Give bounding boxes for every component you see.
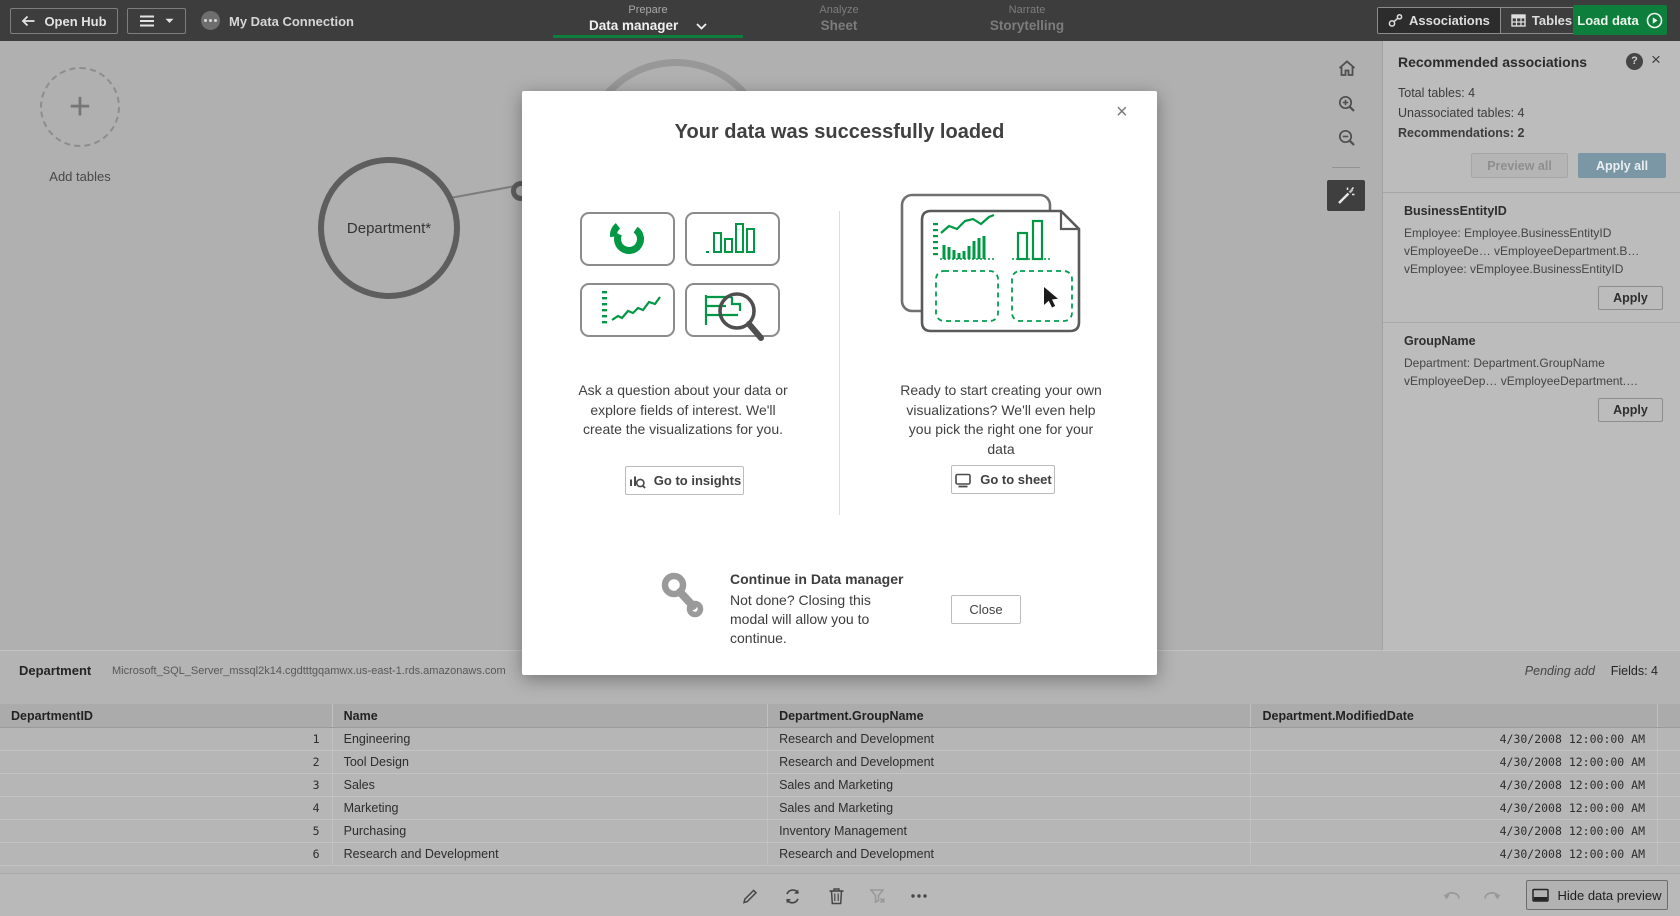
sheet-icon [954,472,972,488]
go-to-insights-label: Go to insights [654,473,741,488]
go-to-insights-button[interactable]: Go to insights [625,466,744,495]
insights-description: Ask a question about your data or explor… [577,381,789,440]
continue-title: Continue in Data manager [730,571,903,587]
insights-charts-illustration [580,212,792,350]
dialog-title: Your data was successfully loaded [522,121,1157,144]
sheet-illustration [894,191,1094,343]
insights-search-icon [628,472,646,490]
go-to-sheet-label: Go to sheet [980,472,1052,487]
sheet-description: Ready to start creating your own visuali… [894,381,1108,459]
go-to-sheet-button[interactable]: Go to sheet [951,465,1055,494]
continue-description: Not done? Closing this modal will allow … [730,591,905,648]
dialog-divider [839,211,840,515]
data-loaded-dialog: × Your data was successfully loaded [522,91,1157,675]
association-link-icon [660,572,706,622]
close-dialog-button[interactable]: Close [951,595,1021,624]
